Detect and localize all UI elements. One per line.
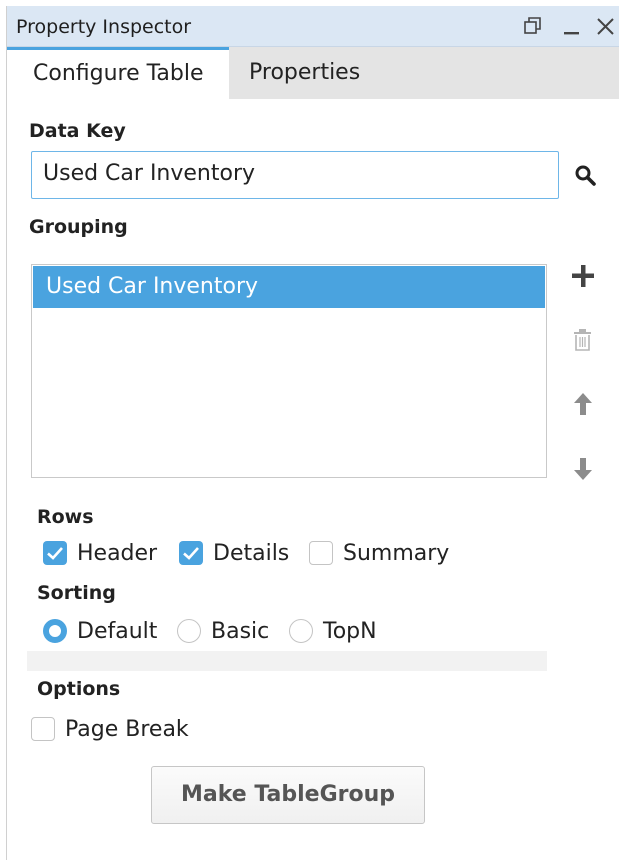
details-checkbox[interactable]: Details [179,538,289,568]
checkbox-label: Details [213,540,290,566]
radio-label: Default [77,618,158,644]
radio-label: Basic [211,618,270,644]
rows-label: Rows [37,506,94,528]
grouping-label: Grouping [29,216,128,238]
tab-label: Configure Table [33,61,204,86]
arrow-up-icon[interactable] [569,390,597,418]
make-tablegroup-button[interactable]: Make TableGroup [151,766,425,824]
radio-unselected-icon [289,619,313,643]
sorting-label: Sorting [37,582,116,604]
property-inspector-panel: Property Inspector Configure Table Prope… [6,6,619,860]
radio-selected-icon [43,619,67,643]
checkbox-label: Header [77,540,158,566]
section-divider [27,651,547,671]
trash-icon [569,326,597,354]
search-icon[interactable] [572,162,600,190]
summary-checkbox[interactable]: Summary [309,538,449,568]
window-title: Property Inspector [16,16,192,38]
list-item[interactable]: Used Car Inventory [33,266,545,308]
checkbox-label: Page Break [65,716,189,742]
tab-configure-table[interactable]: Configure Table [7,47,229,99]
sort-default-radio[interactable]: Default [43,616,157,646]
radio-unselected-icon [177,619,201,643]
page-break-checkbox[interactable]: Page Break [31,714,189,744]
arrow-down-icon[interactable] [569,455,597,483]
tab-properties[interactable]: Properties [229,47,619,99]
sort-topn-radio[interactable]: TopN [289,616,377,646]
checkbox-label: Summary [343,540,450,566]
add-icon[interactable] [569,262,597,290]
checkbox-checked-icon [43,541,67,565]
minimize-icon[interactable] [560,13,584,39]
checkbox-unchecked-icon [31,717,55,741]
checkbox-unchecked-icon [309,541,333,565]
float-window-icon[interactable] [521,13,545,39]
tab-label: Properties [249,60,361,85]
checkbox-checked-icon [179,541,203,565]
data-key-label: Data Key [29,120,126,142]
radio-label: TopN [323,618,377,644]
options-label: Options [37,678,121,700]
tab-bar: Configure Table Properties [7,47,619,99]
header-checkbox[interactable]: Header [43,538,157,568]
close-icon[interactable] [594,13,618,39]
title-bar: Property Inspector [7,6,619,47]
data-key-input[interactable]: Used Car Inventory [31,151,559,199]
grouping-list[interactable]: Used Car Inventory [31,264,547,478]
sort-basic-radio[interactable]: Basic [177,616,269,646]
